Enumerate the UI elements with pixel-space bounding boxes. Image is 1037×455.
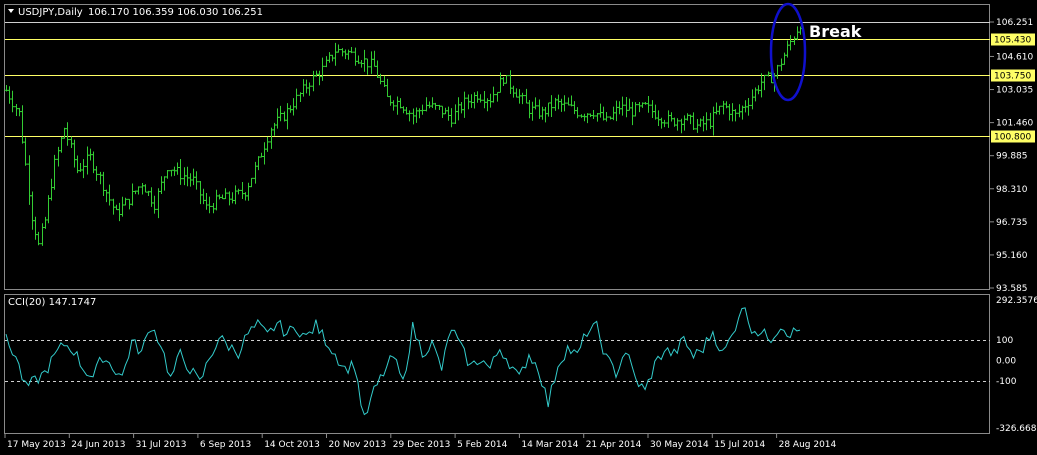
x-tick-label: 14 Oct 2013: [264, 440, 320, 450]
x-tick-label: 17 May 2013: [7, 440, 66, 450]
y-tick-label: 101.460: [996, 119, 1033, 129]
level-label: 100.800: [994, 133, 1031, 143]
x-tick-label: 6 Sep 2013: [200, 440, 251, 450]
level-label: 105.430: [994, 36, 1031, 46]
price-axis: 106.251 104.610 103.035 101.460 99.885 98.310…: [990, 18, 1033, 294]
level-label: 103.750: [994, 72, 1031, 82]
x-tick-label: 31 Jul 2013: [136, 440, 187, 450]
x-tick-label: 24 Jun 2013: [71, 440, 125, 450]
y-tick-label: 99.885: [996, 152, 1028, 162]
x-tick-label: 14 Mar 2014: [521, 440, 578, 450]
cci-y-tick-label: -100: [996, 377, 1017, 387]
x-tick-label: 15 Jul 2014: [714, 440, 765, 450]
chart-canvas: USDJPY,Daily 106.170 106.359 106.030 106…: [0, 0, 1037, 455]
cci-label: CCI(20) 147.1747: [8, 297, 96, 308]
cci-y-tick-label: 0.00: [996, 356, 1016, 366]
x-tick-label: 21 Apr 2014: [586, 440, 642, 450]
break-annotation: Break: [809, 22, 862, 41]
ohlc-readout: 106.170 106.359 106.030 106.251: [88, 7, 263, 18]
x-tick-label: 28 Aug 2014: [779, 440, 837, 450]
cci-y-tick-label: 100: [996, 336, 1013, 346]
cci-y-tick-label: -326.6682: [996, 424, 1037, 434]
cci-y-tick-label: 292.3576: [996, 296, 1037, 306]
chart-background: [0, 0, 1037, 455]
x-tick-label: 5 Feb 2014: [457, 440, 508, 450]
symbol-label: USDJPY,Daily: [18, 7, 83, 18]
y-tick-label: 106.251: [996, 18, 1033, 28]
x-tick-label: 30 May 2014: [650, 440, 709, 450]
y-tick-label: 104.610: [996, 52, 1033, 62]
y-tick-label: 98.310: [996, 185, 1028, 195]
y-tick-label: 103.035: [996, 86, 1033, 96]
y-tick-label: 93.585: [996, 284, 1028, 294]
x-tick-label: 20 Nov 2013: [329, 440, 387, 450]
x-tick-label: 29 Dec 2013: [393, 440, 451, 450]
y-tick-label: 95.160: [996, 251, 1028, 261]
y-tick-label: 96.735: [996, 218, 1028, 228]
